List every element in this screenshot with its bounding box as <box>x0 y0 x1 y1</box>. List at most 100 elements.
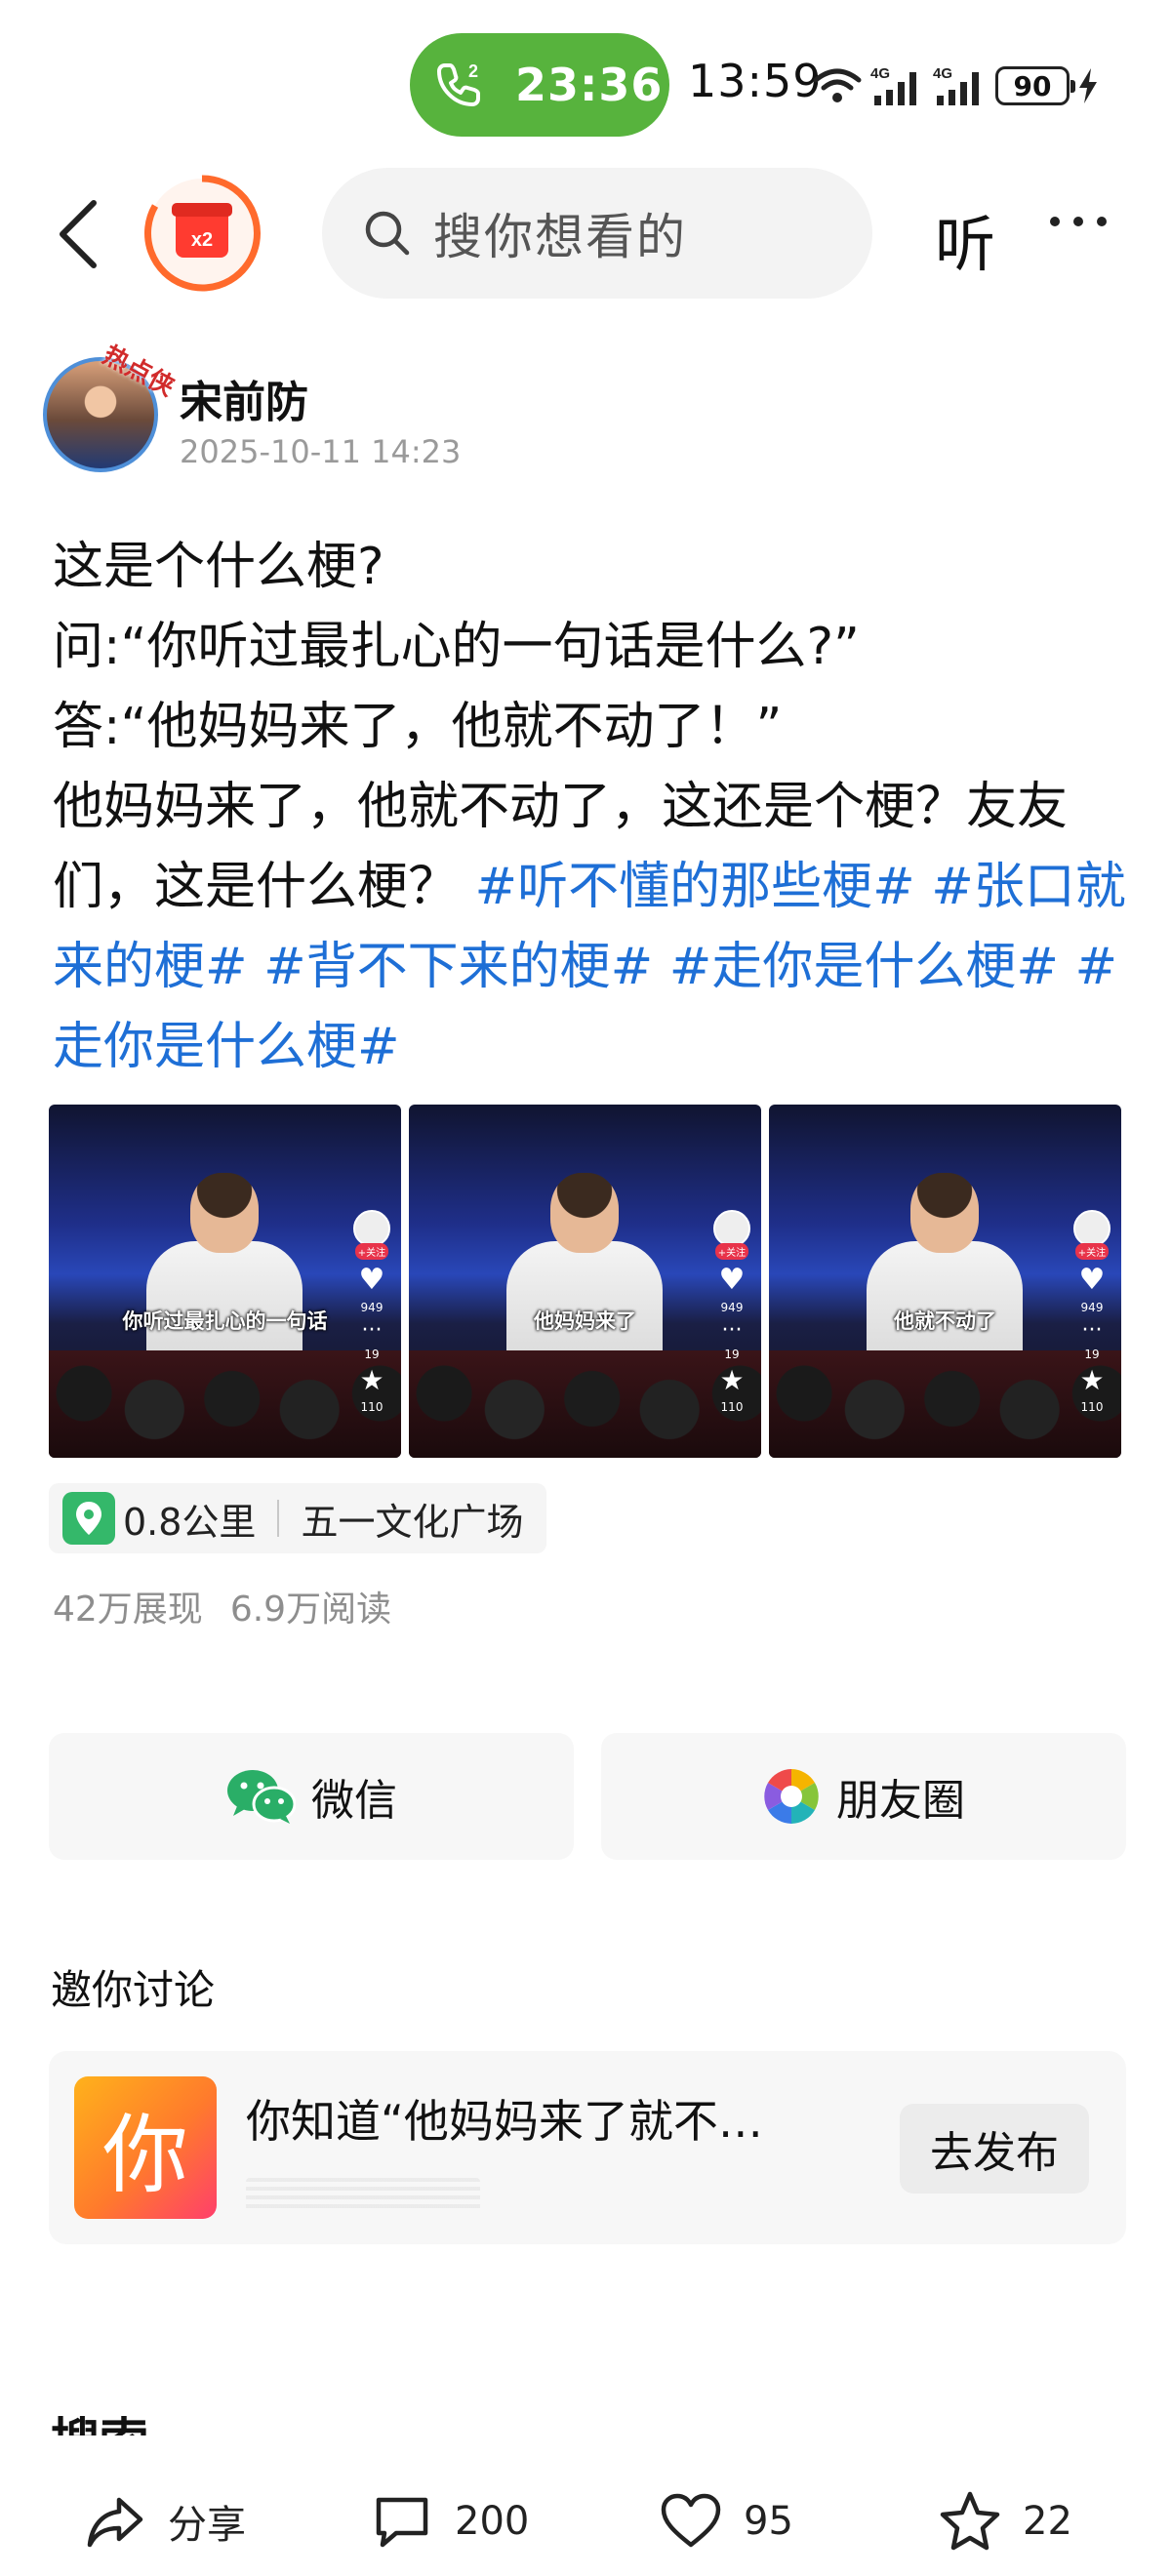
bottom-action-bar: 分享 200 95 22 <box>0 2453 1171 2576</box>
dot-icon <box>1073 217 1083 226</box>
post-image[interactable]: 他妈妈来了 +关注 ♥ 949 ··· 19 ★ 110 <box>409 1105 761 1458</box>
author-name[interactable]: 宋前防 <box>180 367 308 429</box>
favorite-count: 110 <box>720 1400 744 1414</box>
star-icon <box>940 2491 1000 2551</box>
wechat-icon <box>227 1770 296 1824</box>
phone-icon: 2 <box>437 61 480 106</box>
divider <box>277 1500 280 1537</box>
battery-level: 90 <box>1013 69 1052 102</box>
share-wechat-button[interactable]: 微信 <box>49 1733 574 1860</box>
follow-badge: +关注 <box>1074 1243 1110 1260</box>
discussion-card[interactable]: 你 你知道“他妈妈来了就不… 去发布 <box>49 2051 1126 2244</box>
status-icons: 4G 4G 90 <box>812 57 1099 115</box>
heart-icon <box>661 2493 721 2548</box>
post-text: 这是个什么梗? 问:“你听过最扎心的一句话是什么?” 答:“他妈妈来了，他就不动… <box>53 527 1126 1087</box>
dot-icon <box>1097 217 1107 226</box>
favorite-count: 22 <box>1023 2499 1072 2544</box>
share-wechat-label: 微信 <box>311 1776 397 1826</box>
discussion-icon: 你 <box>74 2076 217 2219</box>
image-gallery: 你听过最扎心的一句话 +关注 ♥ 949 ··· 19 ★ 110 他妈妈来了 … <box>49 1105 1122 1458</box>
video-side-actions: +关注 ♥ 949 ··· 19 ★ 110 <box>710 1210 753 1414</box>
moments-aperture-icon <box>764 1769 819 1824</box>
location-distance: 0.8公里 <box>123 1500 257 1544</box>
favorite-count: 110 <box>360 1400 384 1414</box>
share-moments-button[interactable]: 朋友圈 <box>601 1733 1126 1860</box>
follow-badge: +关注 <box>354 1243 389 1260</box>
image-caption: 你听过最扎心的一句话 <box>122 1309 328 1333</box>
video-side-actions: +关注 ♥ 949 ··· 19 ★ 110 <box>1070 1210 1113 1414</box>
discussion-title: 邀你讨论 <box>51 1966 216 2014</box>
section-heading: 搜索 <box>51 2402 148 2435</box>
like-count: 949 <box>1080 1301 1104 1314</box>
share-moments-label: 朋友圈 <box>836 1776 965 1826</box>
comment-count: 19 <box>724 1348 740 1361</box>
post-line: 问:“你听过最扎心的一句话是什么?” <box>53 618 860 676</box>
like-button[interactable]: 95 <box>660 2490 793 2553</box>
ongoing-call-pill[interactable]: 2 23:36 <box>410 33 669 137</box>
clock: 13:59 <box>688 55 823 107</box>
hashtag-link[interactable]: #背不下来的梗# <box>263 938 653 996</box>
audience-figure <box>769 1350 1121 1458</box>
listen-button[interactable]: 听 <box>935 195 995 283</box>
follow-badge: +关注 <box>714 1243 749 1260</box>
network-2-label: 4G <box>933 65 952 82</box>
sim-number: 2 <box>468 61 478 81</box>
share-button[interactable]: 分享 <box>84 2490 246 2553</box>
creator-avatar <box>713 1210 750 1247</box>
location-tag[interactable]: 0.8公里 五一文化广场 <box>49 1483 546 1553</box>
heart-icon: ♥ <box>1078 1263 1106 1297</box>
star-icon: ★ <box>359 1364 384 1396</box>
call-duration: 23:36 <box>515 59 664 111</box>
location-name: 五一文化广场 <box>301 1500 524 1544</box>
impressions-count: 42万展现 <box>53 1590 203 1630</box>
share-label: 分享 <box>168 2503 246 2548</box>
star-icon: ★ <box>719 1364 745 1396</box>
creator-avatar <box>1073 1210 1110 1247</box>
speaker-figure <box>550 1173 619 1253</box>
comment-icon: ··· <box>721 1318 743 1343</box>
network-1-label: 4G <box>870 65 890 82</box>
search-input[interactable]: 搜你想看的 <box>322 168 872 299</box>
more-options-button[interactable] <box>1050 217 1107 226</box>
favorite-button[interactable]: 22 <box>939 2490 1072 2553</box>
creator-avatar <box>353 1210 390 1247</box>
hashtag-link[interactable]: #走你是什么梗# <box>669 938 1059 996</box>
chevron-left-icon <box>60 200 97 268</box>
like-count: 95 <box>744 2499 793 2544</box>
discussion-question: 你知道“他妈妈来了就不… <box>246 2095 763 2148</box>
post-line: 这是个什么梗? <box>53 538 384 596</box>
post-line: 答:“他妈妈来了，他就不动了！” <box>53 698 783 756</box>
post-stats: 42万展现 6.9万阅读 <box>53 1581 391 1631</box>
comment-icon: ··· <box>1081 1318 1103 1343</box>
comment-button[interactable]: 200 <box>371 2490 529 2553</box>
image-caption: 他妈妈来了 <box>534 1309 636 1333</box>
comment-count: 200 <box>455 2499 530 2544</box>
video-side-actions: +关注 ♥ 949 ··· 19 ★ 110 <box>350 1210 393 1414</box>
back-button[interactable] <box>49 195 107 273</box>
like-count: 949 <box>360 1301 384 1314</box>
audience-figure <box>49 1350 401 1458</box>
reward-badge-icon[interactable]: x2 <box>142 174 262 293</box>
reads-count: 6.9万阅读 <box>229 1590 392 1630</box>
comment-count: 19 <box>1084 1348 1100 1361</box>
location-pin-icon <box>62 1492 115 1545</box>
favorite-count: 110 <box>1080 1400 1104 1414</box>
hashtag-link[interactable]: #听不懂的那些梗# <box>475 858 915 916</box>
like-count: 949 <box>720 1301 744 1314</box>
audience-figure <box>409 1350 761 1458</box>
publish-button[interactable]: 去发布 <box>900 2104 1089 2194</box>
discussion-subtext-placeholder <box>246 2178 480 2213</box>
comment-icon: ··· <box>361 1318 383 1343</box>
speaker-figure <box>910 1173 979 1253</box>
star-icon: ★ <box>1079 1364 1105 1396</box>
heart-icon: ♥ <box>358 1263 385 1297</box>
dot-icon <box>1050 217 1060 226</box>
cellular-signal-1-icon: 4G <box>870 65 916 105</box>
speaker-figure <box>190 1173 259 1253</box>
post-timestamp: 2025-10-11 14:23 <box>180 433 462 470</box>
search-placeholder: 搜你想看的 <box>433 209 687 265</box>
post-detail-screen: 2 23:36 13:59 4G 4G 90 x2 搜你想看的 听 热点侠 宋前… <box>0 0 1171 2576</box>
post-image[interactable]: 他就不动了 +关注 ♥ 949 ··· 19 ★ 110 <box>769 1105 1121 1458</box>
post-image[interactable]: 你听过最扎心的一句话 +关注 ♥ 949 ··· 19 ★ 110 <box>49 1105 401 1458</box>
wifi-icon <box>813 68 862 102</box>
